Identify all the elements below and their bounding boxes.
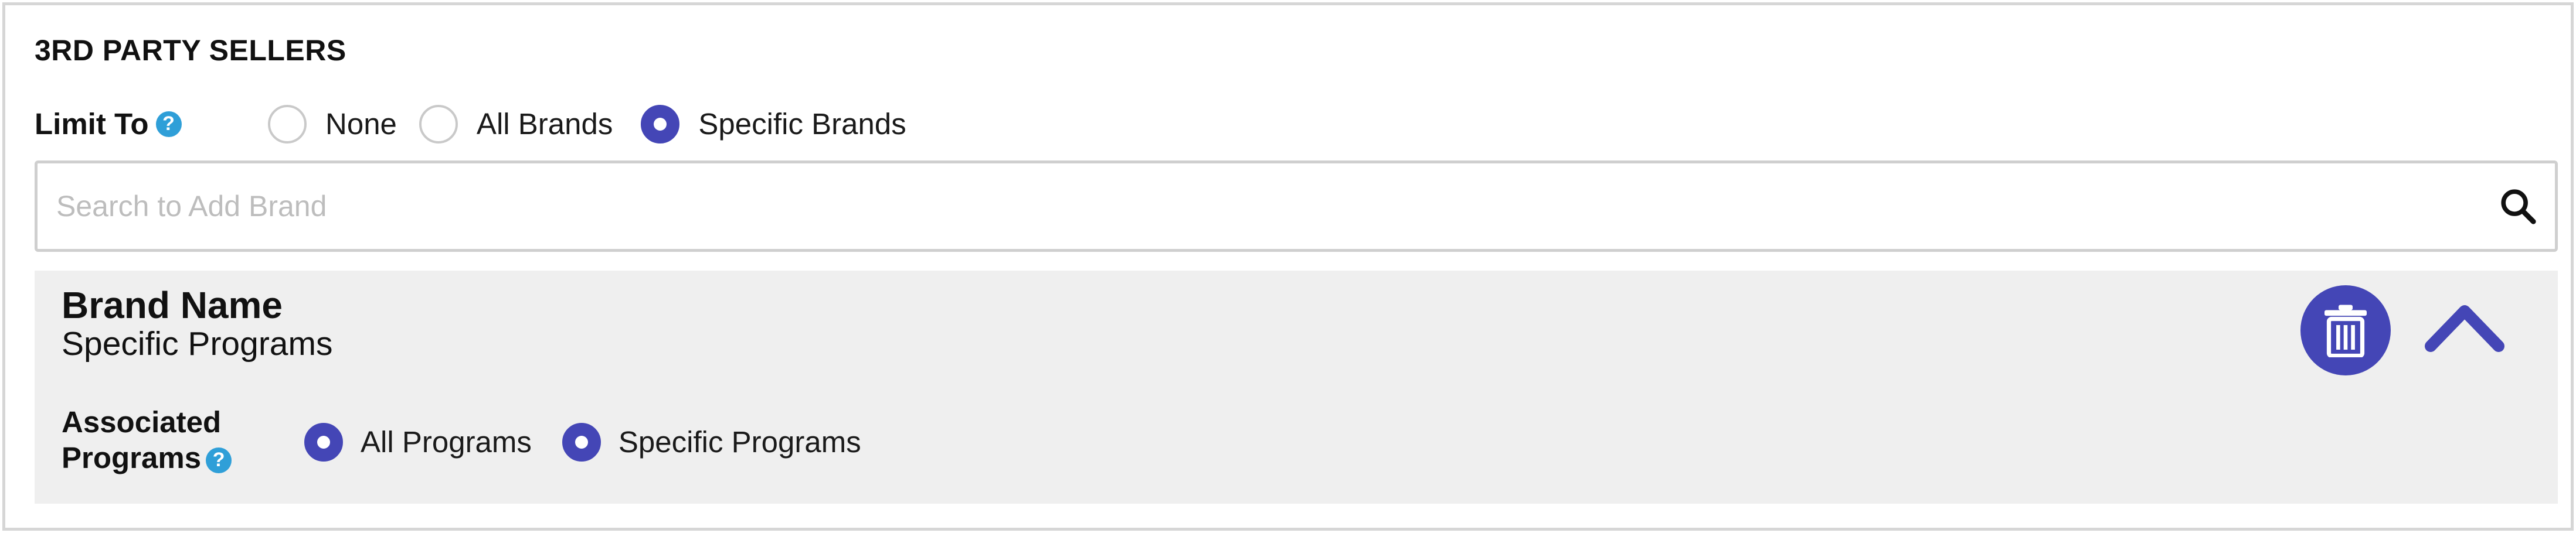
limit-to-label: Limit To [35, 107, 149, 141]
radio-all-programs-label: All Programs [361, 425, 532, 459]
chevron-up-icon [2425, 305, 2504, 352]
help-icon[interactable]: ? [206, 447, 232, 473]
section-title: 3RD PARTY SELLERS [35, 34, 346, 67]
brand-search-input[interactable] [38, 163, 2497, 249]
radio-specific-programs-label: Specific Programs [618, 425, 861, 459]
radio-all-brands[interactable] [419, 104, 458, 144]
brand-search-box [35, 160, 2558, 252]
trash-icon [2324, 305, 2367, 357]
help-icon[interactable]: ? [155, 111, 182, 137]
limit-to-radio-group: None All Brands Specific Brands [268, 102, 930, 146]
radio-none[interactable] [268, 104, 307, 144]
limit-to-option-all-brands[interactable]: All Brands [419, 104, 613, 144]
brand-name: Brand Name [62, 284, 283, 326]
brand-subtitle: Specific Programs [62, 325, 333, 363]
associated-programs-label: Associated Programs? [62, 404, 249, 476]
radio-all-brands-label: All Brands [476, 107, 613, 141]
search-icon[interactable] [2497, 186, 2538, 227]
brand-card: Brand Name Specific Programs Associated … [35, 271, 2558, 504]
limit-to-option-specific-brands[interactable]: Specific Brands [641, 104, 906, 144]
radio-specific-brands[interactable] [641, 104, 680, 144]
associated-programs-label-line2: Programs [62, 441, 202, 474]
associated-programs-label-line1: Associated [62, 405, 222, 439]
radio-specific-brands-label: Specific Brands [698, 107, 906, 141]
associated-programs-radio-group: All Programs Specific Programs [304, 420, 885, 464]
third-party-sellers-panel: 3RD PARTY SELLERS Limit To ? None All Br… [2, 2, 2574, 531]
program-option-specific[interactable]: Specific Programs [562, 422, 861, 462]
limit-to-row: Limit To ? [35, 102, 182, 146]
radio-none-label: None [325, 107, 397, 141]
radio-specific-programs[interactable] [562, 422, 601, 462]
program-option-all[interactable]: All Programs [304, 422, 532, 462]
radio-all-programs[interactable] [304, 422, 343, 462]
collapse-brand-button[interactable] [2421, 294, 2509, 358]
limit-to-option-none[interactable]: None [268, 104, 397, 144]
delete-brand-button[interactable] [2300, 285, 2391, 375]
